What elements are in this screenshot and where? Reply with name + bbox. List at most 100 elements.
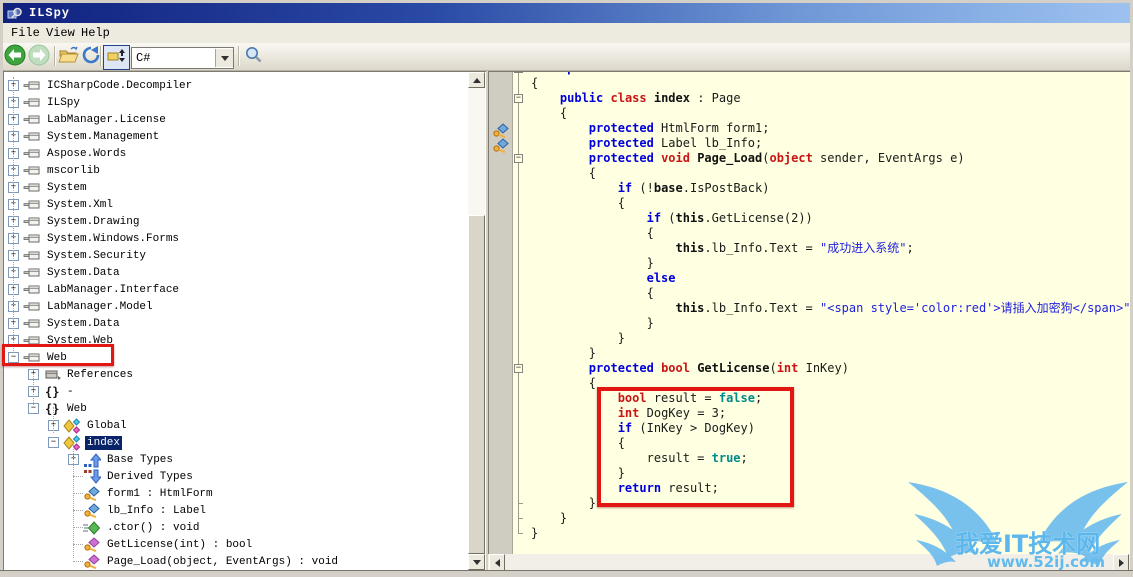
derived-types-icon <box>83 469 101 484</box>
fold-collapse-icon[interactable]: − <box>514 364 523 373</box>
assembly-icon <box>23 146 41 161</box>
tree-item-system-data[interactable]: + System.Data <box>5 315 469 332</box>
tree-item-label: Derived Types <box>107 471 193 483</box>
field-icon <box>492 138 509 154</box>
assembly-tree[interactable]: + ICSharpCode.Decompiler + ILSpy + LabManager… <box>3 71 487 570</box>
language-value: C# <box>136 51 151 65</box>
code-line-6: protected Label lb_Info; <box>588 136 763 150</box>
namespace-icon: {} <box>43 384 61 399</box>
tree-item-form1-htmlform[interactable]: form1 : HtmlForm <box>5 485 469 502</box>
code-line-5: protected HtmlForm form1; <box>588 121 770 135</box>
tree-guide-line <box>53 407 54 433</box>
menu-view[interactable]: View <box>42 25 79 41</box>
tree-item-system-security[interactable]: + System.Security <box>5 247 469 264</box>
tree-item-index[interactable]: − index <box>5 434 469 451</box>
code-line-14: } <box>531 256 654 270</box>
references-icon <box>43 367 61 382</box>
tree-item-label: lb_Info : Label <box>107 505 207 517</box>
tree-item-label: System.Security <box>47 250 147 262</box>
tree-item-web[interactable]: −{} Web <box>5 400 469 417</box>
title-bar[interactable]: ILSpy <box>3 3 1130 23</box>
class-icon <box>63 435 81 451</box>
tree-item-labmanager-model[interactable]: + LabManager.Model <box>5 298 469 315</box>
annotation-box-getlicense-body <box>597 387 794 507</box>
scroll-right-button[interactable] <box>1113 554 1129 571</box>
code-line-8: { <box>531 166 597 180</box>
code-line-19: } <box>531 331 625 345</box>
tree-item-labmanager-interface[interactable]: + LabManager.Interface <box>5 281 469 298</box>
tree-item-system-drawing[interactable]: + System.Drawing <box>5 213 469 230</box>
tree-item-references[interactable]: + References <box>5 366 469 383</box>
tree-item-ctor-void[interactable]: .ctor() : void <box>5 519 469 536</box>
tree-item-global[interactable]: + Global <box>5 417 469 434</box>
tree-item-aspose-words[interactable]: + Aspose.Words <box>5 145 469 162</box>
method-icon <box>83 537 101 553</box>
tree-item-page-load-object-eventargs-void[interactable]: Page_Load(object, EventArgs) : void <box>5 553 469 570</box>
sort-assemblies-button[interactable] <box>103 45 130 70</box>
code-line-31: } <box>531 511 568 525</box>
assembly-icon <box>23 282 41 297</box>
code-line-16: { <box>531 286 654 300</box>
field-icon <box>83 486 101 502</box>
tree-item-label: form1 : HtmlForm <box>107 488 213 500</box>
tree-connector <box>73 510 83 511</box>
assembly-icon <box>23 197 41 212</box>
refresh-button[interactable] <box>81 45 101 66</box>
tree-item-label: GetLicense(int) : bool <box>107 539 253 551</box>
tree-item-item[interactable]: +{} - <box>5 383 469 400</box>
namespace-icon: {} <box>43 401 61 416</box>
assembly-icon <box>23 214 41 229</box>
tree-item-labmanager-license[interactable]: + LabManager.License <box>5 111 469 128</box>
assembly-icon <box>23 248 41 263</box>
tree-item-label: System.Drawing <box>47 216 140 228</box>
scroll-up-button[interactable] <box>468 72 485 88</box>
tree-item-system-windows-forms[interactable]: + System.Windows.Forms <box>5 230 469 247</box>
code-line-20: } <box>531 346 597 360</box>
fold-collapse-icon[interactable]: − <box>514 72 523 73</box>
tree-item-lb-info-label[interactable]: lb_Info : Label <box>5 502 469 519</box>
assembly-icon <box>23 129 41 144</box>
tree-item-mscorlib[interactable]: + mscorlib <box>5 162 469 179</box>
base-types-icon <box>83 452 101 468</box>
tree-scrollbar-thumb[interactable] <box>468 215 485 554</box>
tree-item-icsharpcode-decompiler[interactable]: + ICSharpCode.Decompiler <box>5 77 469 94</box>
code-horizontal-scrollbar[interactable] <box>488 554 1130 571</box>
assembly-icon <box>23 112 41 127</box>
search-button[interactable] <box>244 46 263 66</box>
tree-connector <box>73 476 83 477</box>
field-icon <box>492 123 509 139</box>
tree-item-label: Base Types <box>107 454 174 466</box>
tree-item-ilspy[interactable]: + ILSpy <box>5 94 469 111</box>
menu-file[interactable]: File <box>7 25 44 41</box>
scroll-down-button[interactable] <box>468 554 485 570</box>
open-button[interactable] <box>58 46 79 66</box>
method-icon <box>83 554 101 570</box>
forward-icon <box>28 44 50 71</box>
annotation-box-web-node <box>2 344 114 366</box>
scroll-left-button[interactable] <box>489 554 505 571</box>
language-selector[interactable]: C# <box>131 47 234 69</box>
tree-item-derived-types[interactable]: Derived Types <box>5 468 469 485</box>
menu-help[interactable]: Help <box>77 25 114 41</box>
tree-item-system-management[interactable]: + System.Management <box>5 128 469 145</box>
tree-item-label: System.Xml <box>47 199 114 211</box>
code-line-15: else <box>646 271 676 285</box>
combo-dropdown-button[interactable] <box>215 49 233 67</box>
tree-item-system-xml[interactable]: + System.Xml <box>5 196 469 213</box>
tree-item-system[interactable]: + System <box>5 179 469 196</box>
fold-collapse-icon[interactable]: − <box>514 154 523 163</box>
back-button[interactable] <box>4 44 26 68</box>
decompiled-code-view[interactable]: namespace Web{ public class index : Page… <box>488 71 1130 554</box>
tree-vertical-scrollbar[interactable] <box>468 72 485 570</box>
ctor-icon <box>83 520 101 535</box>
tree-item-base-types[interactable]: + Base Types <box>5 451 469 468</box>
forward-button[interactable] <box>28 44 50 71</box>
collapse-icon[interactable]: − <box>48 437 59 448</box>
code-line-18: } <box>531 316 654 330</box>
fold-collapse-icon[interactable]: − <box>514 94 523 103</box>
tree-item-label: ILSpy <box>47 97 81 109</box>
tree-item-getlicense-int-bool[interactable]: GetLicense(int) : bool <box>5 536 469 553</box>
tree-item-system-data[interactable]: + System.Data <box>5 264 469 281</box>
tree-connector <box>73 527 83 528</box>
code-line-10: { <box>531 196 625 210</box>
